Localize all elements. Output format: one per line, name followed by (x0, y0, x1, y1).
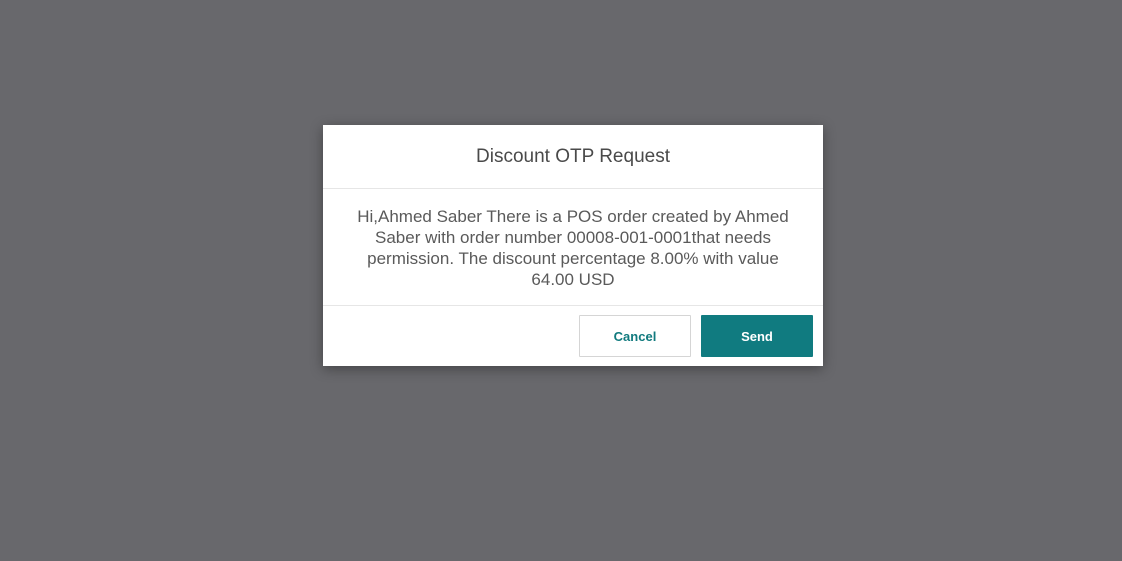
dialog-footer: Cancel Send (323, 306, 823, 366)
dialog-message: Hi,Ahmed Saber There is a POS order crea… (357, 207, 789, 289)
dialog-body: Hi,Ahmed Saber There is a POS order crea… (323, 189, 823, 306)
cancel-button[interactable]: Cancel (579, 315, 691, 357)
dialog-header: Discount OTP Request (323, 125, 823, 189)
dialog-title: Discount OTP Request (476, 145, 670, 167)
send-button[interactable]: Send (701, 315, 813, 357)
discount-otp-dialog: Discount OTP Request Hi,Ahmed Saber Ther… (323, 125, 823, 366)
